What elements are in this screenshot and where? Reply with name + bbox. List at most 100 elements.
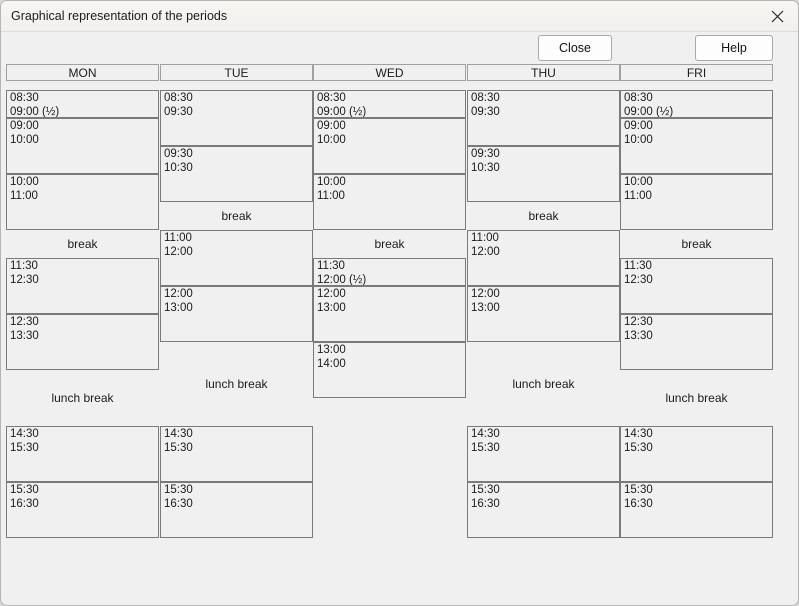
period-block[interactable]: 09:00 10:00 (313, 118, 466, 174)
day-header-wed: WED (313, 64, 466, 81)
period-end-time: 15:30 (624, 442, 653, 454)
period-start-time: 15:30 (624, 484, 653, 496)
close-icon[interactable] (754, 1, 798, 31)
break-block: break (620, 230, 773, 258)
period-block[interactable]: 11:30 12:30 (6, 258, 159, 314)
period-start-time: 14:30 (471, 428, 500, 440)
period-end-time: 10:00 (624, 134, 653, 146)
day-body-wed: 08:30 09:00 (½) 09:00 10:00 10:00 11:00 break 1… (313, 90, 466, 579)
lunch-break-block: lunch break (160, 342, 313, 426)
period-end-time: 15:30 (471, 442, 500, 454)
period-start-time: 15:30 (471, 484, 500, 496)
day-column-fri: FRI 08:30 09:00 (½) 09:00 10:00 10:00 11:00 bre… (620, 64, 773, 579)
help-button[interactable]: Help (695, 35, 773, 61)
period-start-time: 08:30 (164, 92, 193, 104)
period-end-time: 15:30 (164, 442, 193, 454)
period-block[interactable]: 15:30 16:30 (160, 482, 313, 538)
window-title: Graphical representation of the periods (11, 9, 228, 23)
period-end-time: 10:00 (317, 134, 346, 146)
break-block: break (467, 202, 620, 230)
day-body-mon: 08:30 09:00 (½) 09:00 10:00 10:00 11:00 break 1… (6, 90, 159, 579)
period-start-time: 14:30 (10, 428, 39, 440)
period-start-time: 12:30 (624, 316, 653, 328)
period-block[interactable]: 11:00 12:00 (467, 230, 620, 286)
day-column-thu: THU 08:30 09:30 09:30 10:30 break 11:00 12:00 12… (467, 64, 620, 579)
period-end-time: 12:00 (164, 246, 193, 258)
period-block[interactable]: 11:00 12:00 (160, 230, 313, 286)
period-block[interactable]: 11:30 12:30 (620, 258, 773, 314)
period-start-time: 08:30 (624, 92, 653, 104)
period-block[interactable]: 08:30 09:30 (160, 90, 313, 146)
period-block[interactable]: 12:30 13:30 (6, 314, 159, 370)
timetable-grid: MON 08:30 09:00 (½) 09:00 10:00 10:00 11:00 bre… (6, 64, 795, 579)
day-column-wed: WED 08:30 09:00 (½) 09:00 10:00 10:00 11:00 bre… (313, 64, 466, 579)
period-block[interactable]: 09:30 10:30 (160, 146, 313, 202)
period-block[interactable]: 14:30 15:30 (6, 426, 159, 482)
period-block[interactable]: 09:00 10:00 (620, 118, 773, 174)
period-start-time: 10:00 (624, 176, 653, 188)
period-start-time: 11:30 (624, 260, 652, 272)
period-start-time: 12:00 (164, 288, 193, 300)
period-block[interactable]: 12:30 13:30 (620, 314, 773, 370)
period-end-time: 16:30 (164, 498, 193, 510)
period-block[interactable]: 10:00 11:00 (6, 174, 159, 230)
period-start-time: 09:00 (624, 120, 653, 132)
day-body-thu: 08:30 09:30 09:30 10:30 break 11:00 12:00 12:00… (467, 90, 620, 579)
period-block[interactable]: 15:30 16:30 (6, 482, 159, 538)
period-block[interactable]: 12:00 13:00 (467, 286, 620, 342)
break-block: break (6, 230, 159, 258)
period-start-time: 13:00 (317, 344, 346, 356)
period-block[interactable]: 08:30 09:30 (467, 90, 620, 146)
period-end-time: 16:30 (624, 498, 653, 510)
period-start-time: 09:30 (471, 148, 500, 160)
period-end-time: 11:00 (624, 190, 652, 202)
period-block[interactable]: 08:30 09:00 (½) (313, 90, 466, 118)
period-block[interactable]: 12:00 13:00 (160, 286, 313, 342)
period-start-time: 11:30 (10, 260, 38, 272)
lunch-break-block: lunch break (6, 370, 159, 426)
period-start-time: 08:30 (471, 92, 500, 104)
period-block[interactable]: 09:00 10:00 (6, 118, 159, 174)
period-end-time: 14:00 (317, 358, 346, 370)
period-block[interactable]: 14:30 15:30 (467, 426, 620, 482)
period-block[interactable]: 14:30 15:30 (160, 426, 313, 482)
period-end-time: 09:00 (½) (10, 106, 60, 118)
period-block[interactable]: 15:30 16:30 (467, 482, 620, 538)
period-end-time: 16:30 (10, 498, 39, 510)
period-start-time: 10:00 (317, 176, 346, 188)
period-block[interactable]: 15:30 16:30 (620, 482, 773, 538)
period-start-time: 11:00 (164, 232, 192, 244)
period-end-time: 13:30 (624, 330, 653, 342)
period-block[interactable]: 13:00 14:00 (313, 342, 466, 398)
period-end-time: 13:00 (164, 302, 193, 314)
dialog-window: Graphical representation of the periods … (0, 0, 799, 606)
period-start-time: 15:30 (164, 484, 193, 496)
period-end-time: 10:30 (164, 162, 193, 174)
day-column-tue: TUE 08:30 09:30 09:30 10:30 break 11:00 12:00 12… (160, 64, 313, 579)
day-header-mon: MON (6, 64, 159, 81)
period-end-time: 16:30 (471, 498, 500, 510)
period-start-time: 08:30 (10, 92, 39, 104)
day-body-tue: 08:30 09:30 09:30 10:30 break 11:00 12:00 12:00… (160, 90, 313, 579)
title-bar: Graphical representation of the periods (1, 1, 798, 32)
period-start-time: 14:30 (624, 428, 653, 440)
period-end-time: 13:00 (317, 302, 346, 314)
period-block[interactable]: 11:30 12:00 (½) (313, 258, 466, 286)
period-end-time: 09:00 (½) (317, 106, 367, 118)
period-block[interactable]: 08:30 09:00 (½) (6, 90, 159, 118)
close-button[interactable]: Close (538, 35, 612, 61)
break-block: break (313, 230, 466, 258)
period-block[interactable]: 10:00 11:00 (620, 174, 773, 230)
period-end-time: 13:00 (471, 302, 500, 314)
period-end-time: 15:30 (10, 442, 39, 454)
period-end-time: 11:00 (10, 190, 38, 202)
period-end-time: 12:00 (½) (317, 274, 367, 286)
period-end-time: 13:30 (10, 330, 39, 342)
lunch-break-block: lunch break (467, 342, 620, 426)
period-block[interactable]: 10:00 11:00 (313, 174, 466, 230)
period-block[interactable]: 09:30 10:30 (467, 146, 620, 202)
period-block[interactable]: 08:30 09:00 (½) (620, 90, 773, 118)
period-block[interactable]: 14:30 15:30 (620, 426, 773, 482)
period-block[interactable]: 12:00 13:00 (313, 286, 466, 342)
period-start-time: 11:00 (471, 232, 499, 244)
